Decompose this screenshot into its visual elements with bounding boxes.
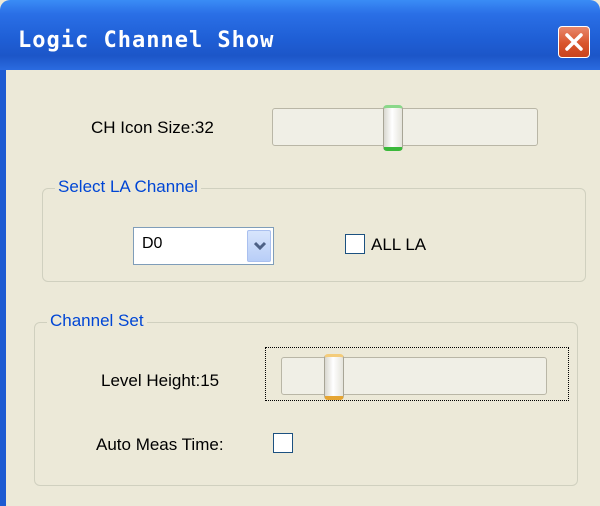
window-title: Logic Channel Show <box>18 28 275 53</box>
all-la-checkbox[interactable] <box>345 234 365 254</box>
la-channel-select-value: D0 <box>142 235 163 252</box>
ch-icon-size-label: CH Icon Size:32 <box>91 118 214 137</box>
title-bar[interactable]: Logic Channel Show <box>0 0 600 70</box>
dialog-window: Logic Channel Show CH Icon Size:32 Selec… <box>0 0 600 506</box>
window-left-border <box>0 70 6 506</box>
ch-icon-size-slider[interactable] <box>272 105 538 151</box>
level-height-slider[interactable] <box>281 354 547 400</box>
la-channel-select[interactable]: D0 <box>133 227 274 265</box>
select-la-channel-legend: Select LA Channel <box>55 177 201 197</box>
dropdown-button[interactable] <box>247 230 271 262</box>
close-icon <box>565 33 583 51</box>
auto-meas-time-label: Auto Meas Time: <box>96 435 224 454</box>
level-height-slider-thumb[interactable] <box>324 354 344 400</box>
level-height-label: Level Height:15 <box>101 371 220 390</box>
channel-set-group: Channel Set Level Height:15 Auto Meas Ti… <box>34 311 578 486</box>
all-la-label: ALL LA <box>371 235 427 254</box>
chevron-down-icon <box>253 241 267 251</box>
auto-meas-time-checkbox[interactable] <box>273 433 293 453</box>
close-button[interactable] <box>558 26 590 58</box>
select-la-channel-group: Select LA Channel D0 ALL LA <box>42 177 586 282</box>
ch-icon-size-slider-thumb[interactable] <box>383 105 403 151</box>
channel-set-legend: Channel Set <box>47 311 147 331</box>
